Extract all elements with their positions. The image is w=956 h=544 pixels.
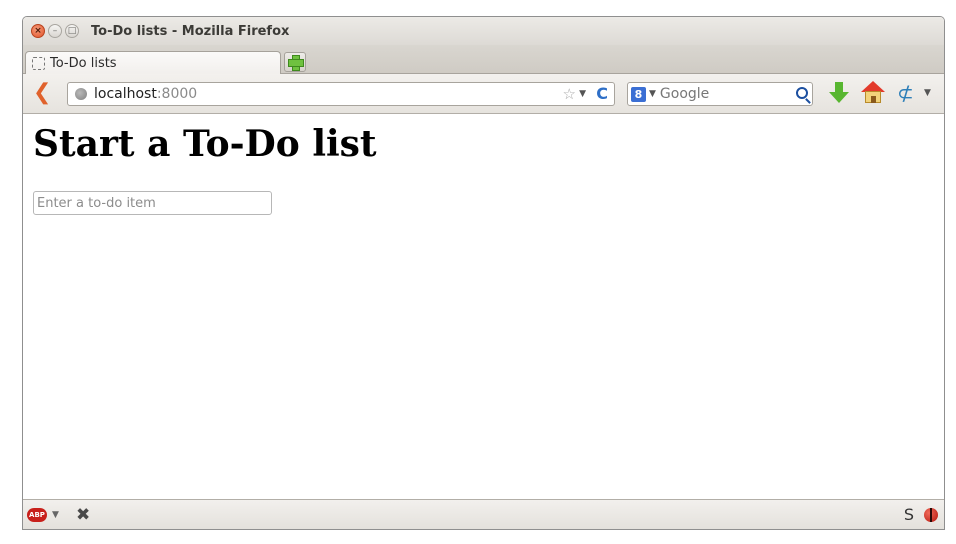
tab-strip: To-Do lists — [23, 45, 944, 75]
ladybug-icon[interactable] — [924, 508, 938, 522]
window-close-button[interactable]: × — [31, 24, 45, 38]
browser-window: × – □ To-Do lists - Mozilla Firefox To-D… — [22, 16, 945, 530]
download-arrow-head-icon — [829, 92, 849, 103]
magnifier-search-icon[interactable] — [796, 87, 808, 99]
navigation-toolbar: ❮ localhost:8000 ☆ ▼ C 8 ▼ ⊄ ▼ — [23, 74, 944, 114]
search-bar[interactable]: 8 ▼ — [627, 82, 813, 106]
home-button[interactable] — [861, 81, 885, 105]
home-door-icon — [871, 96, 876, 103]
page-title: Start a To-Do list — [33, 123, 377, 165]
adblock-dropdown-icon[interactable]: ▼ — [52, 510, 59, 520]
new-tab-button[interactable] — [284, 52, 306, 72]
network-addon-icon[interactable]: ⊄ — [897, 81, 914, 105]
url-bar[interactable]: localhost:8000 ☆ ▼ C — [67, 82, 615, 106]
url-text[interactable]: localhost:8000 — [94, 86, 197, 102]
addon-dropdown-icon[interactable]: ▼ — [924, 88, 931, 98]
window-maximize-button[interactable]: □ — [65, 24, 79, 38]
window-minimize-button[interactable]: – — [48, 24, 62, 38]
back-button[interactable]: ❮ — [33, 82, 51, 104]
site-identity-globe-icon[interactable] — [75, 88, 87, 100]
google-engine-icon[interactable]: 8 — [631, 86, 646, 102]
url-history-dropdown-icon[interactable]: ▼ — [579, 89, 586, 99]
url-port: :8000 — [156, 86, 198, 102]
url-host: localhost — [94, 86, 157, 102]
s-addon-icon[interactable]: S — [904, 505, 914, 524]
addon-bar: ABP ▼ ✖ S — [23, 499, 944, 529]
adblock-plus-icon[interactable]: ABP — [27, 508, 47, 522]
search-input[interactable] — [659, 86, 780, 102]
plus-icon — [288, 55, 304, 71]
reload-icon[interactable]: C — [596, 84, 608, 103]
search-engine-dropdown-icon[interactable]: ▼ — [649, 89, 656, 99]
tab-label: To-Do lists — [50, 56, 117, 71]
close-addon-bar-icon[interactable]: ✖ — [76, 505, 90, 525]
page-content: Start a To-Do list — [23, 114, 944, 501]
todo-item-input[interactable] — [33, 191, 272, 215]
title-bar: × – □ To-Do lists - Mozilla Firefox — [23, 17, 944, 45]
window-title: To-Do lists - Mozilla Firefox — [91, 23, 290, 39]
downloads-button[interactable] — [829, 80, 849, 106]
bookmark-star-icon[interactable]: ☆ — [563, 85, 576, 103]
tab-to-do-lists[interactable]: To-Do lists — [25, 51, 281, 75]
page-favicon-icon — [32, 57, 45, 70]
